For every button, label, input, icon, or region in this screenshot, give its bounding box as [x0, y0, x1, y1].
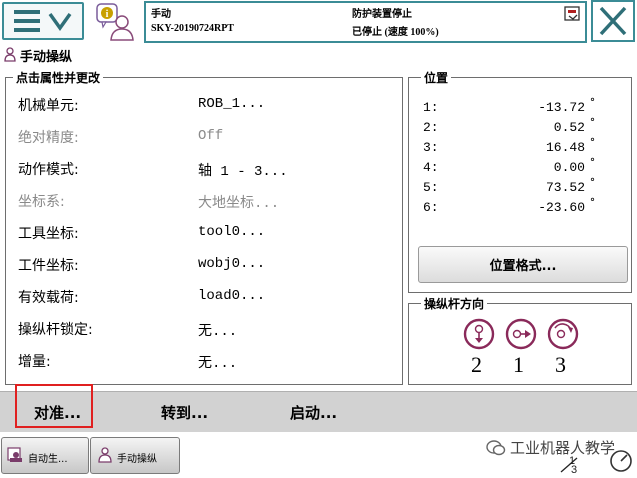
position-value: 0.52 [553, 120, 585, 135]
property-value-joystick-lock[interactable]: 无... [198, 320, 237, 340]
speed-dial-icon[interactable] [608, 449, 634, 473]
property-label-absolute-accuracy: 绝对精度: [18, 130, 79, 146]
joystick-axis-number: 3 [555, 352, 566, 377]
system-name: SKY-20190724RPT [151, 23, 234, 34]
quickset-button[interactable]: 1 3 [555, 452, 589, 476]
position-format-button[interactable]: 位置格式... [418, 246, 628, 283]
abb-menu-button[interactable] [2, 2, 84, 40]
run-status: 已停止 (速度 100%) [352, 27, 439, 38]
property-label-payload[interactable]: 有效载荷: [18, 287, 79, 307]
goto-button[interactable]: 转到... [161, 402, 208, 423]
position-index: 5: [423, 180, 439, 195]
highlight-box [15, 384, 93, 428]
position-value: -13.72 [538, 100, 585, 115]
position-value: 16.48 [545, 140, 585, 155]
property-value-motion-mode[interactable]: 轴 1 - 3... [198, 160, 288, 180]
close-button[interactable] [591, 0, 635, 42]
joystick-axis-number: 2 [471, 352, 482, 377]
property-label-tool[interactable]: 工具坐标: [18, 223, 79, 243]
joystick-vertical-icon [463, 318, 495, 350]
position-value: 0.00 [553, 160, 585, 175]
task-label: 自动生... [28, 454, 68, 465]
property-value-coordinate-system: 大地坐标... [198, 196, 280, 212]
degree-unit: ° [590, 177, 595, 188]
joystick-rotate-icon [547, 318, 579, 350]
svg-text:i: i [106, 9, 109, 20]
degree-unit: ° [590, 157, 595, 168]
position-index: 1: [423, 100, 439, 115]
task-autoproduction[interactable]: 自动生... [1, 437, 89, 474]
property-value-tool[interactable]: tool0... [198, 224, 265, 240]
hamburger-menu-icon [14, 10, 72, 32]
property-value-workobject[interactable]: wobj0... [198, 256, 265, 272]
property-value-absolute-accuracy: Off [198, 128, 224, 144]
quickset-status-icon [564, 6, 580, 21]
task-jogging[interactable]: 手动操纵 [90, 437, 180, 474]
event-log-button[interactable]: i [94, 2, 140, 42]
position-legend: 位置 [421, 69, 452, 86]
wechat-icon [486, 440, 506, 456]
joystick-horizontal-icon [505, 318, 537, 350]
jogging-icon [98, 447, 112, 463]
quickset-icon: 1 3 [560, 455, 578, 476]
degree-unit: ° [590, 97, 595, 108]
position-index: 3: [423, 140, 439, 155]
activate-button[interactable]: 启动... [290, 402, 337, 423]
properties-group: 点击属性并更改 机械单元: ROB_1... 绝对精度: Off 动作模式: 轴… [5, 69, 403, 385]
property-label-increment[interactable]: 增量: [18, 351, 51, 371]
property-label-motion-mode[interactable]: 动作模式: [18, 159, 79, 179]
status-bar[interactable]: 手动 SKY-20190724RPT 防护装置停止 已停止 (速度 100%) [144, 1, 587, 43]
property-label-joystick-lock[interactable]: 操纵杆锁定: [18, 319, 93, 339]
svg-text:3: 3 [571, 464, 577, 474]
window-title: 手动操纵 [20, 50, 73, 65]
position-value: 73.52 [545, 180, 585, 195]
property-value-mechanical-unit[interactable]: ROB_1... [198, 96, 265, 112]
properties-legend: 点击属性并更改 [13, 69, 104, 86]
close-icon [599, 6, 627, 36]
position-index: 4: [423, 160, 439, 175]
degree-unit: ° [590, 197, 595, 208]
degree-unit: ° [590, 117, 595, 128]
position-index: 6: [423, 200, 439, 215]
property-label-workobject[interactable]: 工件坐标: [18, 255, 79, 275]
info-person-icon: i [96, 3, 134, 41]
position-index: 2: [423, 120, 439, 135]
property-value-increment[interactable]: 无... [198, 352, 237, 372]
position-value: -23.60 [538, 200, 585, 215]
property-label-mechanical-unit[interactable]: 机械单元: [18, 95, 79, 115]
joystick-axis-number: 1 [513, 352, 524, 377]
joystick-legend: 操纵杆方向 [421, 295, 488, 312]
joystick-direction-group: 操纵杆方向 2 1 3 [408, 295, 632, 385]
operating-mode: 手动 [151, 9, 171, 20]
task-label: 手动操纵 [117, 454, 157, 465]
window-title-row [0, 44, 637, 66]
property-label-coordinate-system: 坐标系: [18, 194, 65, 210]
degree-unit: ° [590, 137, 595, 148]
property-value-payload[interactable]: load0... [198, 288, 265, 304]
jogging-icon [4, 47, 16, 62]
production-window-icon [7, 447, 22, 462]
safety-status: 防护装置停止 [352, 9, 412, 20]
